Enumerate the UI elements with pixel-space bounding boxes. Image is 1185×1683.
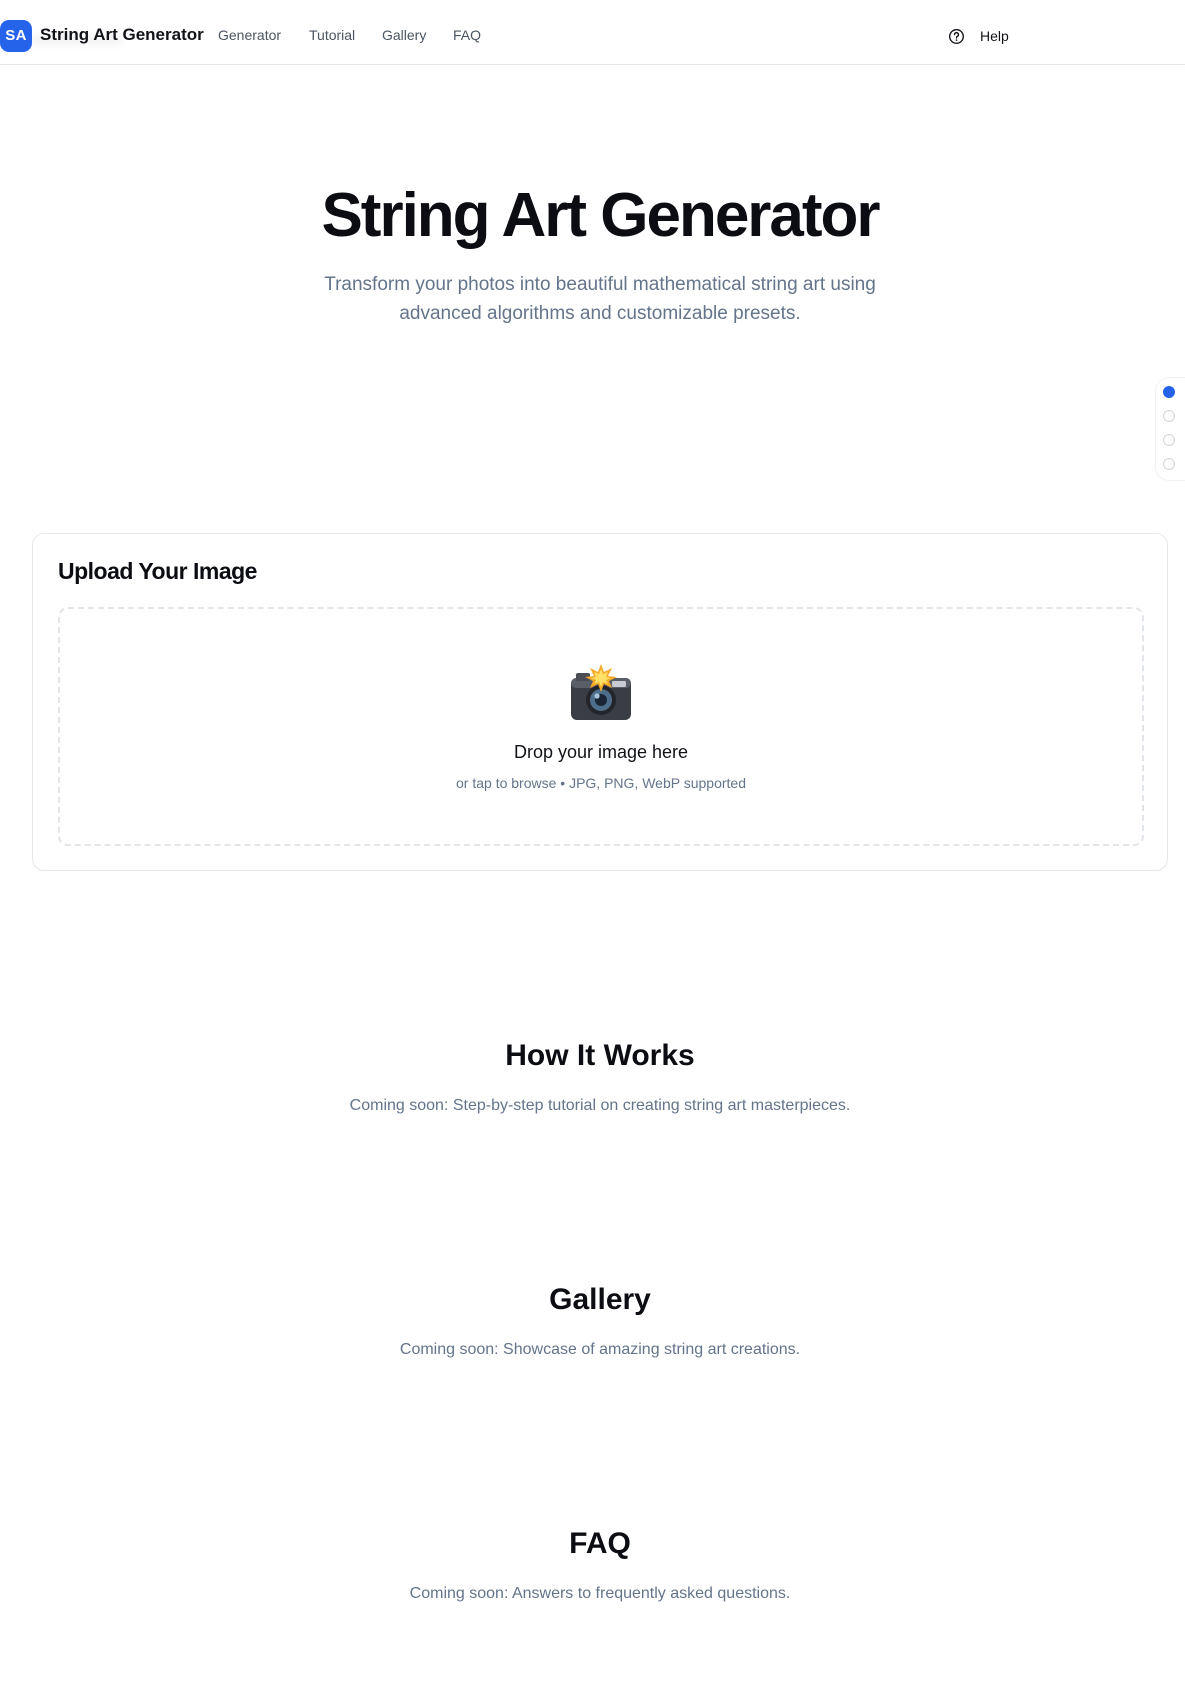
dropzone-hint: or tap to browse • JPG, PNG, WebP suppor… xyxy=(456,775,746,791)
section-dot-generator[interactable] xyxy=(1163,386,1175,398)
dropzone-title: Drop your image here xyxy=(513,742,689,762)
nav-link-tutorial[interactable]: Tutorial xyxy=(309,27,355,43)
help-label: Help xyxy=(980,28,1009,44)
section-title-faq: FAQ xyxy=(569,1527,631,1560)
camera-flash-icon xyxy=(571,664,631,720)
nav-link-gallery[interactable]: Gallery xyxy=(382,27,426,43)
help-button[interactable]: Help xyxy=(948,26,1009,46)
section-text-gallery: Coming soon: Showcase of amazing string … xyxy=(399,1341,801,1358)
section-title-gallery: Gallery xyxy=(549,1283,651,1316)
section-dot-tutorial[interactable] xyxy=(1163,410,1175,422)
question-circle-icon xyxy=(949,28,964,44)
brand-logo-badge[interactable]: SA xyxy=(0,20,32,52)
brand-name[interactable]: String Art Generator xyxy=(40,25,204,45)
top-navigation: SA String Art Generator Generator Tutori… xyxy=(0,0,1185,65)
section-title-how-it-works: How It Works xyxy=(505,1039,695,1072)
page: SA String Art Generator Generator Tutori… xyxy=(0,0,1185,1683)
section-dot-faq[interactable] xyxy=(1163,458,1175,470)
section-dot-gallery[interactable] xyxy=(1163,434,1175,446)
nav-link-generator[interactable]: Generator xyxy=(218,27,281,43)
hero-title: String Art Generator xyxy=(321,181,880,250)
upload-card: Upload Your Image Drop your image here o… xyxy=(32,533,1168,871)
image-dropzone[interactable]: Drop your image here or tap to browse • … xyxy=(58,607,1144,846)
nav-link-faq[interactable]: FAQ xyxy=(453,27,481,43)
hero-subtitle: Transform your photos into beautiful mat… xyxy=(324,274,876,324)
section-text-faq: Coming soon: Answers to frequently asked… xyxy=(409,1585,791,1602)
upload-title: Upload Your Image xyxy=(58,558,257,584)
section-text-how-it-works: Coming soon: Step-by-step tutorial on cr… xyxy=(349,1097,851,1114)
